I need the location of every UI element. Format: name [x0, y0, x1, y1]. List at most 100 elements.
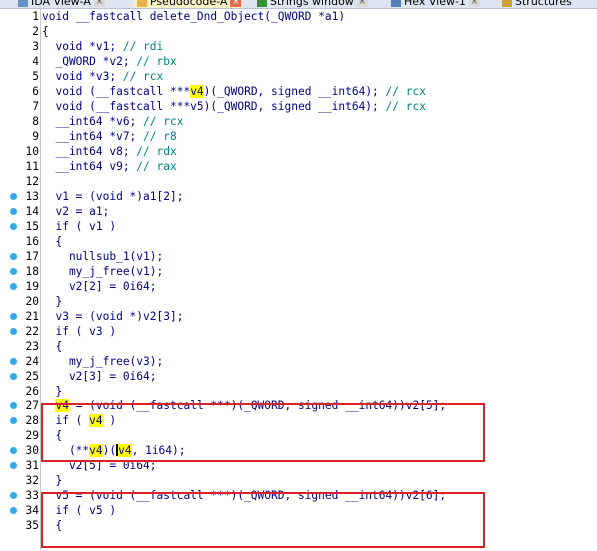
code-line[interactable]: 18 my_j_free(v1); — [0, 264, 597, 279]
code-line[interactable]: 25 v2[3] = 0i64; — [0, 369, 597, 384]
code-token: v2[2] = 0i64; — [42, 279, 157, 293]
breakpoint-dot-icon[interactable] — [10, 402, 17, 410]
annotation-box-v5-block — [41, 492, 485, 548]
code-line[interactable]: 24 my_j_free(v3); — [0, 354, 597, 369]
tab-strings-window[interactable]: Strings window × — [253, 0, 368, 8]
code-line[interactable]: 32 } — [0, 473, 597, 488]
code-line[interactable]: 4 _QWORD *v2; // rbx — [0, 54, 597, 69]
line-number: 13 — [25, 189, 39, 203]
code-line[interactable]: 16 { — [0, 234, 597, 249]
line-number: 35 — [25, 519, 39, 533]
breakpoint-dot-icon[interactable] — [10, 282, 17, 290]
line-number: 4 — [32, 54, 39, 68]
line-number: 22 — [25, 324, 39, 338]
line-number: 21 — [25, 309, 39, 323]
line-number: 26 — [25, 384, 39, 398]
breakpoint-dot-icon[interactable] — [10, 372, 17, 380]
tab-pseudocode-a[interactable]: Pseudocode-A × — [133, 0, 242, 8]
code-token: nullsub_1(v1); — [42, 249, 164, 263]
breakpoint-dot-icon[interactable] — [10, 252, 17, 260]
code-token: __int64 v8; — [42, 144, 137, 158]
code-line[interactable]: 14 v2 = a1; — [0, 204, 597, 219]
code-token: void (__fastcall ***v5)(_QWORD, signed _… — [42, 99, 386, 113]
code-text: __int64 *v6; // rcx — [42, 114, 183, 129]
code-text: if ( v1 ) — [42, 219, 116, 234]
breakpoint-dot-icon[interactable] — [10, 327, 17, 335]
breakpoint-dot-icon[interactable] — [10, 447, 17, 455]
line-number: 30 — [25, 444, 39, 458]
register-comment: // rcx — [122, 69, 164, 83]
code-token: )(_QWORD, signed __int64); — [203, 84, 386, 98]
code-token: my_j_free(v3); — [42, 354, 164, 368]
code-line[interactable]: 12 — [0, 174, 597, 189]
line-number: 20 — [25, 294, 39, 308]
code-text: } — [42, 473, 62, 488]
code-line[interactable]: 20 } — [0, 294, 597, 309]
line-number: 7 — [32, 99, 39, 113]
code-token: my_j_free(v1); — [42, 264, 164, 278]
code-line[interactable]: 26 } — [0, 384, 597, 399]
breakpoint-dot-icon[interactable] — [10, 507, 17, 515]
code-token: __int64 *v7; — [42, 129, 144, 143]
line-number: 24 — [25, 354, 39, 368]
line-number: 17 — [25, 249, 39, 263]
code-line[interactable]: 2{ — [0, 24, 597, 39]
code-line[interactable]: 23 { — [0, 339, 597, 354]
breakpoint-dot-icon[interactable] — [10, 417, 17, 425]
register-comment: // r8 — [143, 129, 177, 143]
structures-icon — [502, 0, 512, 7]
breakpoint-dot-icon[interactable] — [10, 357, 17, 365]
code-token: __int64 *v6; — [42, 114, 144, 128]
close-icon[interactable]: × — [356, 0, 368, 7]
close-icon[interactable]: × — [93, 0, 105, 7]
code-text: my_j_free(v1); — [42, 264, 163, 279]
code-line[interactable]: 3 void *v1; // rdi — [0, 39, 597, 54]
code-line[interactable]: 19 v2[2] = 0i64; — [0, 279, 597, 294]
code-token: { — [42, 339, 63, 353]
register-comment: // rcx — [385, 84, 426, 98]
line-number: 8 — [32, 114, 39, 128]
code-token: } — [42, 384, 63, 398]
line-number: 5 — [32, 69, 39, 83]
code-line[interactable]: 22 if ( v3 ) — [0, 324, 597, 339]
breakpoint-dot-icon[interactable] — [10, 207, 17, 215]
line-number: 6 — [32, 84, 39, 98]
line-number: 2 — [32, 24, 39, 38]
code-line[interactable]: 21 v3 = (void *)v2[3]; — [0, 309, 597, 324]
code-line[interactable]: 6 void (__fastcall ***v4)(_QWORD, signed… — [0, 84, 597, 99]
code-line[interactable]: 1 void __fastcall delete_Dnd_Object(_QWOR… — [0, 9, 597, 24]
pseudocode-editor[interactable]: 1 void __fastcall delete_Dnd_Object(_QWOR… — [0, 9, 597, 551]
code-token: void *v1; — [42, 39, 123, 53]
tab-ida-view-a[interactable]: IDA View-A × — [14, 0, 105, 8]
code-line[interactable]: 15 if ( v1 ) — [0, 219, 597, 234]
breakpoint-dot-icon[interactable] — [10, 462, 17, 470]
breakpoint-dot-icon[interactable] — [10, 492, 17, 500]
code-token: __int64 v9; — [42, 159, 137, 173]
line-number: 19 — [25, 279, 39, 293]
code-line[interactable]: 8 __int64 *v6; // rcx — [0, 114, 597, 129]
code-token: v3 = (void *)v2[3]; — [42, 309, 184, 323]
code-text: { — [42, 234, 62, 249]
breakpoint-dot-icon[interactable] — [10, 312, 17, 320]
code-line[interactable]: 11 __int64 v9; // rax — [0, 159, 597, 174]
code-text: v2[2] = 0i64; — [42, 279, 157, 294]
code-line[interactable]: 13 v1 = (void *)a1[2]; — [0, 189, 597, 204]
breakpoint-dot-icon[interactable] — [10, 267, 17, 275]
code-token: if ( v3 ) — [42, 324, 117, 338]
tab-structures[interactable]: Structures — [498, 0, 572, 8]
tab-hex-view-1[interactable]: Hex View-1 × — [387, 0, 480, 8]
code-text: void *v3; // rcx — [42, 69, 163, 84]
breakpoint-dot-icon[interactable] — [10, 192, 17, 200]
code-line[interactable]: 9 __int64 *v7; // r8 — [0, 129, 597, 144]
code-line[interactable]: 5 void *v3; // rcx — [0, 69, 597, 84]
code-line[interactable]: 7 void (__fastcall ***v5)(_QWORD, signed… — [0, 99, 597, 114]
close-icon[interactable]: × — [230, 0, 242, 7]
code-line[interactable]: 17 nullsub_1(v1); — [0, 249, 597, 264]
code-text: v2[3] = 0i64; — [42, 369, 157, 384]
line-number: 31 — [25, 459, 39, 473]
line-number: 14 — [25, 204, 39, 218]
code-line[interactable]: 10 __int64 v8; // rdx — [0, 144, 597, 159]
breakpoint-dot-icon[interactable] — [10, 222, 17, 230]
close-icon[interactable]: × — [468, 0, 480, 7]
highlighted-identifier: v4 — [190, 84, 204, 98]
